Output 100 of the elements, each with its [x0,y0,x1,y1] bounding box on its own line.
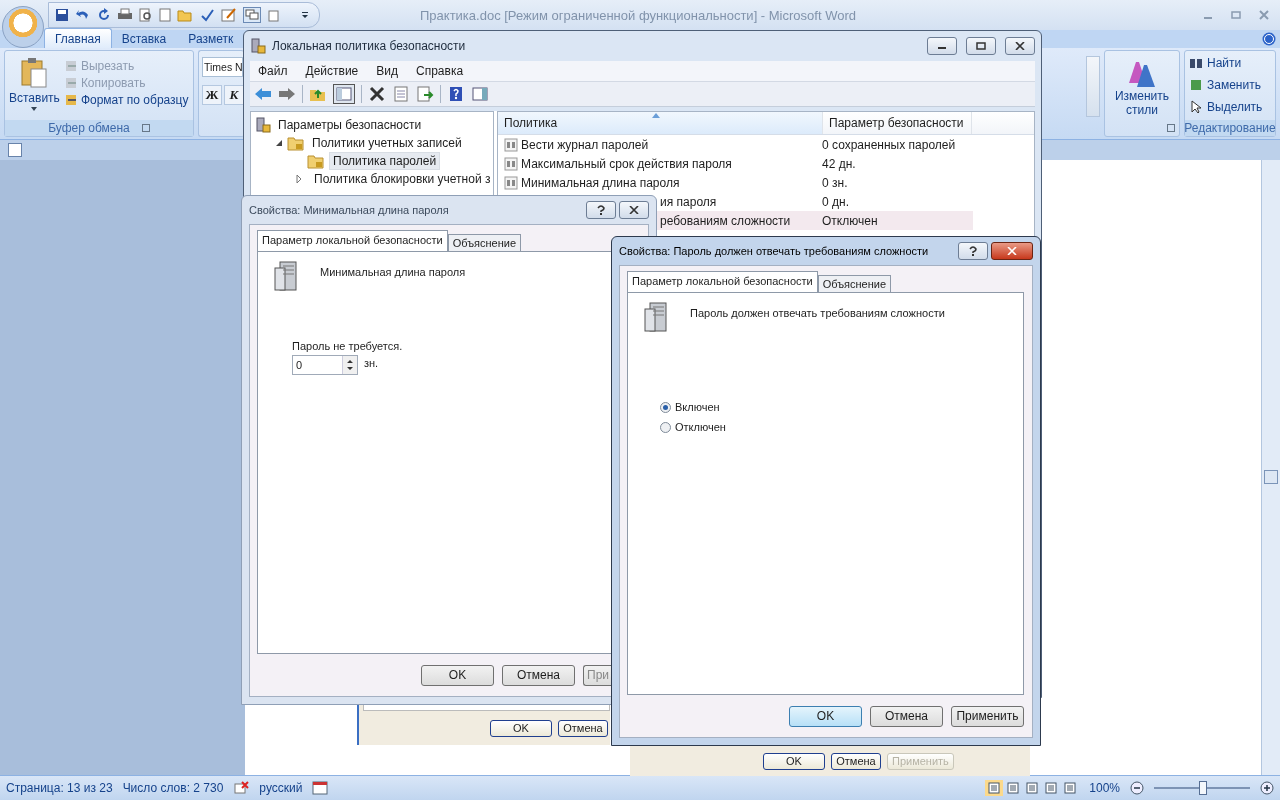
console-tree-icon[interactable] [333,84,355,104]
help-icon [969,246,977,256]
tree-item[interactable]: Политики учетных записей [309,135,465,151]
ribbon-tab[interactable]: Вставка [111,29,177,48]
customize-icon[interactable] [301,11,309,19]
styles-icon [1127,59,1157,89]
help-icon[interactable] [1262,32,1276,46]
help-icon[interactable] [447,86,465,102]
policy-setting: 0 сохраненных паролей [822,137,956,152]
action-pane-icon[interactable] [471,86,489,102]
menu-item[interactable]: Справка [408,64,472,78]
help-button[interactable] [586,201,616,219]
policy-heading: Пароль должен отвечать требованиям сложности [690,306,945,319]
back-icon[interactable] [254,86,272,102]
policy-name: Минимальная длина пароля [521,175,680,190]
close-button[interactable] [991,242,1033,260]
dialog-button[interactable]: Отмена [870,705,943,727]
security-policy-icon [255,117,271,133]
dialog-button[interactable]: OK [789,705,862,727]
view-mode-icon[interactable] [985,780,1004,796]
tree-item[interactable]: Политика паролей [329,152,441,170]
tab-selector[interactable] [8,143,22,157]
gallery-scrollbar[interactable] [1086,56,1100,117]
proofing-icon[interactable] [233,781,250,795]
zoom-out-icon[interactable] [1130,781,1144,795]
spin-arrows-icon[interactable] [346,358,354,372]
help-button[interactable] [958,242,988,260]
expander-icon[interactable] [295,175,303,183]
zoom-level[interactable]: 100% [1089,781,1120,795]
zoom-in-icon[interactable] [1260,781,1274,795]
ribbon-tab[interactable]: Главная [44,28,112,48]
tree-item[interactable]: Политика блокировки учетной з [311,171,493,187]
dialog-launcher-icon[interactable] [141,124,150,132]
preview-icon[interactable] [139,8,153,22]
policy-name: ия пароля [660,194,717,209]
maximize-icon [976,42,986,50]
radio-option[interactable]: Включен [660,401,1009,413]
editing-command[interactable]: Найти [1189,53,1271,73]
save-icon[interactable] [55,8,69,22]
dialog-title: Свойства: Минимальная длина пароля [249,204,449,216]
bold-button[interactable]: Ж [202,85,222,105]
close-button[interactable] [1005,37,1035,55]
dialog-launcher-icon[interactable] [1167,124,1175,132]
menu-item[interactable]: Файл [250,64,296,78]
dialog-tab[interactable]: Параметр локальной безопасности [257,230,448,251]
dialog-button[interactable]: Применить [951,705,1024,727]
close-button[interactable] [619,201,649,219]
redo-icon[interactable] [97,8,111,22]
dialog-tab[interactable]: Объяснение [447,234,522,251]
menu-item[interactable]: Действие [297,64,367,78]
macro-icon[interactable] [312,781,329,795]
paste-button[interactable]: Вставить [9,55,60,120]
tree-item[interactable]: Параметры безопасности [275,117,425,133]
edit-icon[interactable] [221,8,237,22]
radio-option[interactable]: Отключен [660,421,1009,433]
slider-thumb[interactable] [1199,781,1207,795]
command-icon [1189,78,1203,92]
command-icon [1189,56,1203,70]
command-icon [63,93,78,107]
new-document-icon[interactable] [159,8,171,22]
command-icon [1189,100,1203,114]
editing-command[interactable]: Выделить [1189,97,1271,117]
caret-icon [31,107,38,111]
minimize-button[interactable] [927,37,957,55]
printer-icon[interactable] [117,8,133,22]
policy-row[interactable]: Минимальная длина пароля 0 зн. [498,173,973,192]
page-count[interactable]: Страница: 13 из 23 [6,781,113,795]
policy-name: ребованиям сложности [660,213,791,228]
close-icon [1007,247,1017,255]
maximize-button[interactable] [966,37,996,55]
dialog-button[interactable]: OK [421,664,494,686]
windows-icon[interactable] [243,7,261,23]
command-icon [63,59,78,73]
policy-setting: 0 дн. [822,194,849,209]
column-header[interactable]: Параметр безопасности [823,112,972,134]
ribbon-tab[interactable]: Разметк [178,29,234,48]
dialog-tab[interactable]: Объяснение [817,275,892,292]
sort-arrow-icon [652,113,660,118]
command-icon [63,76,78,90]
policy-row[interactable]: Максимальный срок действия пароля 42 дн. [498,154,973,173]
menu-item[interactable]: Вид [368,64,406,78]
language-indicator[interactable]: русский [259,781,303,795]
policy-row[interactable]: Вести журнал паролей 0 сохраненных паролей [498,135,973,154]
security-policy-icon [250,38,266,54]
export-icon[interactable] [416,86,434,102]
spelling-icon[interactable] [199,8,215,22]
word-count[interactable]: Число слов: 2 730 [122,781,224,795]
policy-setting: Отключен [822,213,878,228]
column-header[interactable]: Политика [498,112,823,134]
italic-button[interactable]: К [224,85,244,105]
clipboard-command[interactable]: Формат по образцу [63,93,189,107]
vertical-scrollbar[interactable] [1261,160,1280,775]
font-name-field[interactable]: Times N [202,57,243,77]
dialog-tab[interactable]: Параметр локальной безопасности [627,271,818,292]
forward-icon[interactable] [278,86,296,102]
delete-icon[interactable] [368,86,386,102]
editing-command[interactable]: Заменить [1189,75,1271,95]
dialog-button[interactable]: Отмена [502,664,575,686]
length-spinner[interactable]: 0 [292,355,358,375]
window-title: Практика.doc [Режим ограниченной функциональности] - Microsoft Word [420,7,856,23]
